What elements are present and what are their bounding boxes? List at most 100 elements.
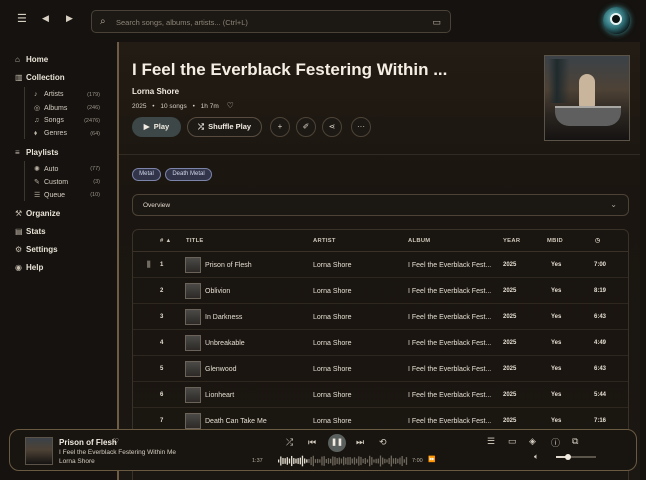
track-album[interactable]: I Feel the Everblack Fest... — [408, 366, 491, 373]
waveform-bar — [377, 458, 379, 464]
col-year[interactable]: YEAR — [503, 238, 520, 244]
volume-slider[interactable] — [556, 454, 596, 460]
now-playing-title[interactable]: Prison of Flesh — [59, 438, 117, 447]
sidebar-item-settings[interactable]: ⚙ Settings — [15, 245, 58, 254]
clock-icon[interactable]: ◷ — [595, 238, 600, 244]
col-title[interactable]: TITLE — [186, 238, 204, 244]
folder-icon[interactable]: ▭ — [432, 17, 441, 28]
plus-icon: + — [277, 122, 283, 131]
sidebar-item-songs[interactable]: ♫ Songs — [34, 117, 64, 124]
table-header: # ▲ TITLE ARTIST ALBUM YEAR MBID ◷ — [133, 230, 628, 252]
sidebar-item-auto[interactable]: ✺ Auto — [34, 165, 58, 173]
track-album[interactable]: I Feel the Everblack Fest... — [408, 314, 491, 321]
table-row[interactable]: 4 Unbreakable Lorna Shore I Feel the Everbl… — [133, 330, 628, 356]
table-row[interactable]: 5 Glenwood Lorna Shore I Feel the Everblack… — [133, 356, 628, 382]
track-title[interactable]: Glenwood — [205, 366, 237, 373]
play-button[interactable]: ▶ Play — [132, 117, 181, 137]
track-artist[interactable]: Lorna Shore — [313, 288, 352, 295]
now-playing-cover[interactable] — [25, 437, 53, 465]
previous-icon[interactable]: ⏮ — [308, 437, 316, 448]
waveform-bar — [360, 456, 362, 466]
track-album[interactable]: I Feel the Everblack Fest... — [408, 418, 491, 425]
sidebar-item-artists[interactable]: ♪ Artists — [34, 91, 63, 98]
col-album[interactable]: ALBUM — [408, 238, 430, 244]
genre-tag[interactable]: Metal — [132, 168, 161, 181]
overview-section[interactable]: Overview ⌄ — [132, 194, 629, 216]
miniplayer-icon[interactable]: ⧉ — [572, 436, 578, 447]
sidebar-item-custom[interactable]: ✎ Custom — [34, 178, 68, 186]
track-artist[interactable]: Lorna Shore — [313, 262, 352, 269]
track-album[interactable]: I Feel the Everblack Fest... — [408, 340, 491, 347]
sidebar-item-help[interactable]: ◉ Help — [15, 263, 43, 272]
track-album[interactable]: I Feel the Everblack Fest... — [408, 262, 491, 269]
track-thumbnail — [185, 257, 201, 273]
sidebar-item-albums[interactable]: ◎ Albums — [34, 104, 67, 112]
back-icon[interactable]: ◀ — [42, 14, 49, 23]
col-num[interactable]: # ▲ — [160, 238, 172, 244]
track-title[interactable]: Unbreakable — [205, 340, 245, 347]
track-title[interactable]: Lionheart — [205, 392, 234, 399]
sidebar-item-collection[interactable]: ▥ Collection — [15, 73, 65, 82]
track-title[interactable]: Oblivion — [205, 288, 230, 295]
track-artist[interactable]: Lorna Shore — [313, 314, 352, 321]
add-button[interactable]: + — [270, 117, 290, 137]
now-playing-album[interactable]: I Feel the Everblack Festering Within Me — [59, 449, 176, 456]
layers-icon[interactable]: ◈ — [529, 436, 536, 447]
search-input[interactable]: Search songs, albums, artists... (Ctrl+L… — [116, 18, 248, 27]
now-playing-artist[interactable]: Lorna Shore — [59, 458, 95, 465]
forward-icon[interactable]: ▶ — [66, 14, 73, 23]
volume-icon[interactable]: 🔈︎ — [534, 452, 539, 462]
album-artist[interactable]: Lorna Shore — [132, 87, 179, 96]
sidebar-item-organize[interactable]: ⚒ Organize — [15, 209, 60, 218]
sidebar-item-queue[interactable]: ☰ Queue — [34, 191, 65, 199]
track-title[interactable]: Death Can Take Me — [205, 418, 267, 425]
sidebar-item-home[interactable]: ⌂ Home — [15, 55, 48, 64]
search-bar[interactable]: ⌕ Search songs, albums, artists... (Ctrl… — [91, 10, 451, 33]
info-icon[interactable]: ⓘ — [551, 436, 560, 449]
sidebar-item-stats[interactable]: ▤ Stats — [15, 227, 46, 236]
heart-icon[interactable]: ♡ — [112, 437, 119, 446]
more-icon: ··· — [357, 122, 365, 131]
shuffle-play-button[interactable]: ⤮ Shuffle Play — [187, 117, 262, 137]
share-button[interactable]: ⋖ — [322, 117, 342, 137]
pause-button[interactable]: ❚❚ — [328, 434, 346, 452]
lyrics-icon[interactable]: ▭ — [508, 436, 517, 447]
sidebar-item-genres[interactable]: ⬧ Genres — [34, 130, 67, 138]
next-icon[interactable]: ⏭ — [356, 437, 364, 448]
app-logo[interactable] — [603, 7, 630, 34]
genre-tag[interactable]: Death Metal — [165, 168, 212, 181]
track-album[interactable]: I Feel the Everblack Fest... — [408, 392, 491, 399]
col-mbid[interactable]: MBID — [547, 238, 563, 244]
more-button[interactable]: ··· — [351, 117, 371, 137]
waveform-bar — [327, 458, 330, 464]
track-artist[interactable]: Lorna Shore — [313, 418, 352, 425]
shuffle-icon[interactable]: ⤮ — [286, 437, 293, 448]
track-artist[interactable]: Lorna Shore — [313, 366, 352, 373]
track-title[interactable]: In Darkness — [205, 314, 242, 321]
sidebar: ⌂ Home ▥ Collection ♪ Artists (179) ◎ Albums… — [0, 42, 117, 480]
menu-icon[interactable]: ☰ — [17, 14, 27, 25]
pin-button[interactable]: ✐ — [296, 117, 316, 137]
waveform-bar — [364, 457, 366, 465]
repeat-icon[interactable]: ⟲ — [379, 437, 387, 448]
waveform-bar — [340, 458, 343, 464]
table-row[interactable]: 2 Oblivion Lorna Shore I Feel the Everblack… — [133, 278, 628, 304]
track-artist[interactable]: Lorna Shore — [313, 340, 352, 347]
col-artist[interactable]: ARTIST — [313, 238, 336, 244]
album-cover[interactable] — [544, 55, 630, 141]
waveform-bar — [388, 457, 390, 465]
track-title[interactable]: Prison of Flesh — [205, 262, 252, 269]
forward-icon[interactable]: ⏩ — [428, 456, 435, 463]
table-row[interactable]: 6 Lionheart Lorna Shore I Feel the Everblac… — [133, 382, 628, 408]
track-artist[interactable]: Lorna Shore — [313, 392, 352, 399]
waveform-bar — [382, 457, 384, 465]
sidebar-item-playlists[interactable]: ≡ Playlists — [15, 148, 58, 157]
queue-icon[interactable]: ☰ — [487, 436, 495, 447]
track-album[interactable]: I Feel the Everblack Fest... — [408, 288, 491, 295]
table-row[interactable]: 3 In Darkness Lorna Shore I Feel the Everbl… — [133, 304, 628, 330]
waveform-bar — [314, 459, 317, 463]
queue-icon: ☰ — [34, 192, 41, 199]
waveform-seekbar[interactable] — [278, 454, 408, 468]
heart-icon[interactable]: ♡ — [227, 101, 234, 110]
table-row[interactable]: ⫼ 1 Prison of Flesh Lorna Shore I Feel the E… — [133, 252, 628, 278]
